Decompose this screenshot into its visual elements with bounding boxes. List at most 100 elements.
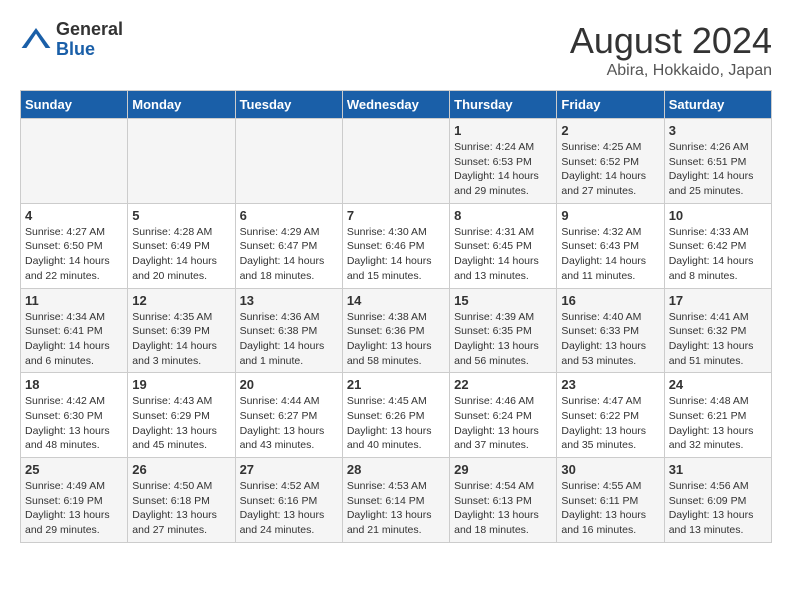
- day-number: 8: [454, 208, 552, 223]
- calendar-cell: 29 Sunrise: 4:54 AM Sunset: 6:13 PM Dayli…: [450, 458, 557, 543]
- calendar-week-5: 25 Sunrise: 4:49 AM Sunset: 6:19 PM Dayli…: [21, 458, 772, 543]
- day-number: 29: [454, 462, 552, 477]
- calendar-cell: [128, 119, 235, 204]
- logo-icon: [20, 24, 52, 56]
- day-info: Sunrise: 4:39 AM Sunset: 6:35 PM Dayligh…: [454, 310, 552, 369]
- weekday-header-tuesday: Tuesday: [235, 91, 342, 119]
- day-number: 24: [669, 377, 767, 392]
- day-number: 7: [347, 208, 445, 223]
- day-number: 10: [669, 208, 767, 223]
- page-header: General Blue August 2024 Abira, Hokkaido…: [20, 20, 772, 80]
- day-number: 13: [240, 293, 338, 308]
- calendar-cell: 25 Sunrise: 4:49 AM Sunset: 6:19 PM Dayli…: [21, 458, 128, 543]
- logo-blue: Blue: [56, 40, 123, 60]
- day-number: 17: [669, 293, 767, 308]
- calendar-cell: 13 Sunrise: 4:36 AM Sunset: 6:38 PM Dayli…: [235, 288, 342, 373]
- day-number: 31: [669, 462, 767, 477]
- weekday-header-sunday: Sunday: [21, 91, 128, 119]
- calendar-week-2: 4Sunrise: 4:27 AM Sunset: 6:50 PM Daylig…: [21, 203, 772, 288]
- calendar-cell: [342, 119, 449, 204]
- calendar-cell: 20 Sunrise: 4:44 AM Sunset: 6:27 PM Dayli…: [235, 373, 342, 458]
- calendar-cell: 7 Sunrise: 4:30 AM Sunset: 6:46 PM Daylig…: [342, 203, 449, 288]
- day-number: 9: [561, 208, 659, 223]
- day-info: Sunrise: 4:28 AM Sunset: 6:49 PM Dayligh…: [132, 225, 230, 284]
- day-number: 1: [454, 123, 552, 138]
- calendar-cell: 31 Sunrise: 4:56 AM Sunset: 6:09 PM Dayli…: [664, 458, 771, 543]
- calendar-cell: 23Sunrise: 4:47 AM Sunset: 6:22 PM Dayli…: [557, 373, 664, 458]
- day-info: Sunrise: 4:49 AM Sunset: 6:19 PM Dayligh…: [25, 479, 123, 538]
- day-number: 6: [240, 208, 338, 223]
- weekday-header-monday: Monday: [128, 91, 235, 119]
- weekday-header-row: SundayMondayTuesdayWednesdayThursdayFrid…: [21, 91, 772, 119]
- day-number: 2: [561, 123, 659, 138]
- day-info: Sunrise: 4:53 AM Sunset: 6:14 PM Dayligh…: [347, 479, 445, 538]
- calendar-week-3: 11Sunrise: 4:34 AM Sunset: 6:41 PM Dayli…: [21, 288, 772, 373]
- day-info: Sunrise: 4:45 AM Sunset: 6:26 PM Dayligh…: [347, 394, 445, 453]
- calendar-cell: 27Sunrise: 4:52 AM Sunset: 6:16 PM Dayli…: [235, 458, 342, 543]
- calendar-cell: 5 Sunrise: 4:28 AM Sunset: 6:49 PM Daylig…: [128, 203, 235, 288]
- calendar-cell: [21, 119, 128, 204]
- calendar-cell: 2Sunrise: 4:25 AM Sunset: 6:52 PM Daylig…: [557, 119, 664, 204]
- day-info: Sunrise: 4:48 AM Sunset: 6:21 PM Dayligh…: [669, 394, 767, 453]
- day-info: Sunrise: 4:35 AM Sunset: 6:39 PM Dayligh…: [132, 310, 230, 369]
- calendar-cell: 12 Sunrise: 4:35 AM Sunset: 6:39 PM Dayli…: [128, 288, 235, 373]
- day-info: Sunrise: 4:55 AM Sunset: 6:11 PM Dayligh…: [561, 479, 659, 538]
- day-info: Sunrise: 4:56 AM Sunset: 6:09 PM Dayligh…: [669, 479, 767, 538]
- day-info: Sunrise: 4:27 AM Sunset: 6:50 PM Dayligh…: [25, 225, 123, 284]
- calendar-cell: 22Sunrise: 4:46 AM Sunset: 6:24 PM Dayli…: [450, 373, 557, 458]
- day-number: 25: [25, 462, 123, 477]
- weekday-header-friday: Friday: [557, 91, 664, 119]
- logo: General Blue: [20, 20, 123, 60]
- day-info: Sunrise: 4:43 AM Sunset: 6:29 PM Dayligh…: [132, 394, 230, 453]
- day-info: Sunrise: 4:33 AM Sunset: 6:42 PM Dayligh…: [669, 225, 767, 284]
- day-info: Sunrise: 4:42 AM Sunset: 6:30 PM Dayligh…: [25, 394, 123, 453]
- day-info: Sunrise: 4:32 AM Sunset: 6:43 PM Dayligh…: [561, 225, 659, 284]
- calendar-cell: 28 Sunrise: 4:53 AM Sunset: 6:14 PM Dayli…: [342, 458, 449, 543]
- calendar-cell: 14Sunrise: 4:38 AM Sunset: 6:36 PM Dayli…: [342, 288, 449, 373]
- day-number: 20: [240, 377, 338, 392]
- calendar-table: SundayMondayTuesdayWednesdayThursdayFrid…: [20, 90, 772, 543]
- day-info: Sunrise: 4:36 AM Sunset: 6:38 PM Dayligh…: [240, 310, 338, 369]
- calendar-cell: 16 Sunrise: 4:40 AM Sunset: 6:33 PM Dayli…: [557, 288, 664, 373]
- day-number: 3: [669, 123, 767, 138]
- day-number: 18: [25, 377, 123, 392]
- day-info: Sunrise: 4:41 AM Sunset: 6:32 PM Dayligh…: [669, 310, 767, 369]
- calendar-cell: 6Sunrise: 4:29 AM Sunset: 6:47 PM Daylig…: [235, 203, 342, 288]
- day-number: 12: [132, 293, 230, 308]
- day-info: Sunrise: 4:40 AM Sunset: 6:33 PM Dayligh…: [561, 310, 659, 369]
- weekday-header-thursday: Thursday: [450, 91, 557, 119]
- calendar-week-1: 1 Sunrise: 4:24 AM Sunset: 6:53 PM Daylig…: [21, 119, 772, 204]
- calendar-cell: 8 Sunrise: 4:31 AM Sunset: 6:45 PM Daylig…: [450, 203, 557, 288]
- day-info: Sunrise: 4:26 AM Sunset: 6:51 PM Dayligh…: [669, 140, 767, 199]
- day-number: 16: [561, 293, 659, 308]
- logo-general: General: [56, 20, 123, 40]
- day-info: Sunrise: 4:47 AM Sunset: 6:22 PM Dayligh…: [561, 394, 659, 453]
- day-number: 27: [240, 462, 338, 477]
- day-info: Sunrise: 4:34 AM Sunset: 6:41 PM Dayligh…: [25, 310, 123, 369]
- day-info: Sunrise: 4:31 AM Sunset: 6:45 PM Dayligh…: [454, 225, 552, 284]
- calendar-cell: 26 Sunrise: 4:50 AM Sunset: 6:18 PM Dayli…: [128, 458, 235, 543]
- day-number: 26: [132, 462, 230, 477]
- calendar-cell: 24 Sunrise: 4:48 AM Sunset: 6:21 PM Dayli…: [664, 373, 771, 458]
- calendar-cell: 1 Sunrise: 4:24 AM Sunset: 6:53 PM Daylig…: [450, 119, 557, 204]
- day-info: Sunrise: 4:54 AM Sunset: 6:13 PM Dayligh…: [454, 479, 552, 538]
- calendar-cell: 10 Sunrise: 4:33 AM Sunset: 6:42 PM Dayli…: [664, 203, 771, 288]
- day-info: Sunrise: 4:30 AM Sunset: 6:46 PM Dayligh…: [347, 225, 445, 284]
- calendar-cell: [235, 119, 342, 204]
- weekday-header-saturday: Saturday: [664, 91, 771, 119]
- day-number: 30: [561, 462, 659, 477]
- day-info: Sunrise: 4:44 AM Sunset: 6:27 PM Dayligh…: [240, 394, 338, 453]
- logo-text: General Blue: [56, 20, 123, 60]
- calendar-cell: 3 Sunrise: 4:26 AM Sunset: 6:51 PM Daylig…: [664, 119, 771, 204]
- calendar-cell: 11Sunrise: 4:34 AM Sunset: 6:41 PM Dayli…: [21, 288, 128, 373]
- calendar-cell: 9 Sunrise: 4:32 AM Sunset: 6:43 PM Daylig…: [557, 203, 664, 288]
- calendar-cell: 19Sunrise: 4:43 AM Sunset: 6:29 PM Dayli…: [128, 373, 235, 458]
- calendar-cell: 30 Sunrise: 4:55 AM Sunset: 6:11 PM Dayli…: [557, 458, 664, 543]
- calendar-cell: 21Sunrise: 4:45 AM Sunset: 6:26 PM Dayli…: [342, 373, 449, 458]
- day-number: 5: [132, 208, 230, 223]
- day-number: 28: [347, 462, 445, 477]
- day-number: 14: [347, 293, 445, 308]
- day-info: Sunrise: 4:50 AM Sunset: 6:18 PM Dayligh…: [132, 479, 230, 538]
- day-info: Sunrise: 4:24 AM Sunset: 6:53 PM Dayligh…: [454, 140, 552, 199]
- day-number: 15: [454, 293, 552, 308]
